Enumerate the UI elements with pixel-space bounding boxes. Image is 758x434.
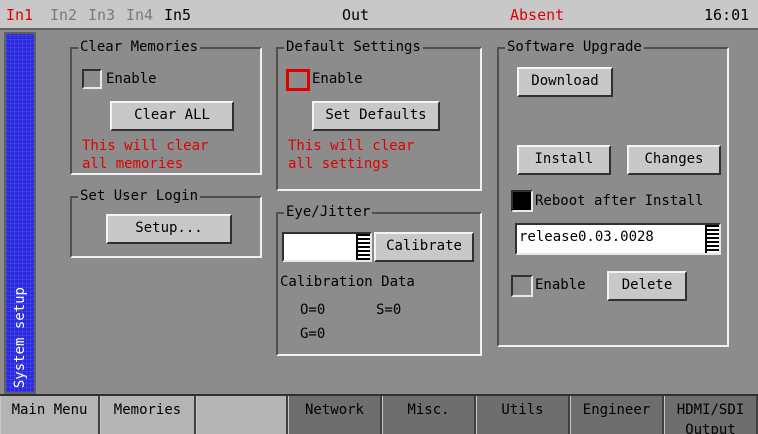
upgrade-enable-checkbox[interactable]	[511, 275, 533, 297]
sidebar-system-setup[interactable]: System setup	[4, 32, 36, 394]
sidebar-label: System setup	[12, 286, 28, 388]
default-settings-title: Default Settings	[284, 39, 423, 55]
upgrade-enable-label: Enable	[535, 277, 586, 293]
install-button[interactable]: Install	[517, 145, 611, 175]
top-status-bar: In1 In2 In3 In4 In5 Out Absent 16:01	[0, 0, 758, 30]
default-settings-warning-1: This will clear	[288, 138, 415, 154]
reboot-after-install-label: Reboot after Install	[535, 193, 704, 209]
clear-memories-title: Clear Memories	[78, 39, 201, 55]
clear-memories-enable-label: Enable	[106, 71, 157, 87]
tab-utils[interactable]: Utils	[476, 396, 570, 434]
clear-memories-warning-2: all memories	[82, 156, 184, 172]
clear-all-button[interactable]: Clear ALL	[110, 101, 234, 131]
tab-empty[interactable]	[196, 396, 288, 434]
clear-memories-warning-1: This will clear	[82, 138, 209, 154]
software-upgrade-title: Software Upgrade	[505, 39, 644, 55]
release-spinner-icon[interactable]	[705, 225, 719, 253]
bottom-menu-bar: Main Menu Memories Network Misc. Utils E…	[0, 394, 758, 434]
default-settings-group: Default Settings Enable Set Defaults Thi…	[276, 39, 482, 191]
input-5-indicator[interactable]: In5	[164, 6, 191, 24]
changes-button[interactable]: Changes	[627, 145, 721, 175]
delete-button[interactable]: Delete	[607, 271, 687, 301]
calibration-o-value: O=0	[300, 302, 326, 318]
tab-misc[interactable]: Misc.	[382, 396, 476, 434]
tab-memories[interactable]: Memories	[100, 396, 196, 434]
calibrate-button[interactable]: Calibrate	[374, 232, 474, 262]
input-1-indicator[interactable]: In1	[6, 6, 33, 24]
default-settings-enable-label: Enable	[312, 71, 363, 87]
clear-memories-enable-checkbox[interactable]	[82, 69, 102, 89]
set-user-login-group: Set User Login Setup...	[70, 188, 262, 258]
output-label: Out	[342, 6, 370, 24]
tab-network[interactable]: Network	[288, 396, 382, 434]
clock: 16:01	[704, 6, 750, 24]
input-2-indicator[interactable]: In2	[50, 6, 77, 24]
reboot-after-install-checkbox[interactable]	[511, 190, 533, 212]
input-4-indicator[interactable]: In4	[126, 6, 153, 24]
software-upgrade-group: Software Upgrade Download Install Change…	[497, 39, 729, 347]
setup-button[interactable]: Setup...	[106, 214, 232, 244]
input-3-indicator[interactable]: In3	[88, 6, 115, 24]
eye-jitter-spinner-icon[interactable]	[356, 234, 370, 260]
tab-hdmi-sdi-output[interactable]: HDMI/SDI Output	[664, 396, 758, 434]
clear-memories-group: Clear Memories Enable Clear ALL This wil…	[70, 39, 262, 175]
tab-engineer[interactable]: Engineer	[570, 396, 664, 434]
default-settings-enable-checkbox[interactable]	[286, 69, 310, 91]
eye-jitter-title: Eye/Jitter	[284, 204, 373, 220]
output-status: Absent	[510, 6, 565, 24]
eye-jitter-group: Eye/Jitter Calibrate Calibration Data O=…	[276, 204, 482, 356]
download-button[interactable]: Download	[517, 67, 613, 97]
calibration-data-label: Calibration Data	[280, 274, 415, 290]
default-settings-warning-2: all settings	[288, 156, 390, 172]
release-select[interactable]: release0.03.0028	[515, 223, 721, 255]
eye-jitter-input[interactable]	[282, 232, 372, 262]
tab-main-menu[interactable]: Main Menu	[0, 396, 100, 434]
calibration-g-value: G=0	[300, 326, 326, 342]
set-user-login-title: Set User Login	[78, 188, 201, 204]
set-defaults-button[interactable]: Set Defaults	[312, 101, 440, 131]
release-value: release0.03.0028	[519, 229, 654, 245]
calibration-s-value: S=0	[376, 302, 402, 318]
